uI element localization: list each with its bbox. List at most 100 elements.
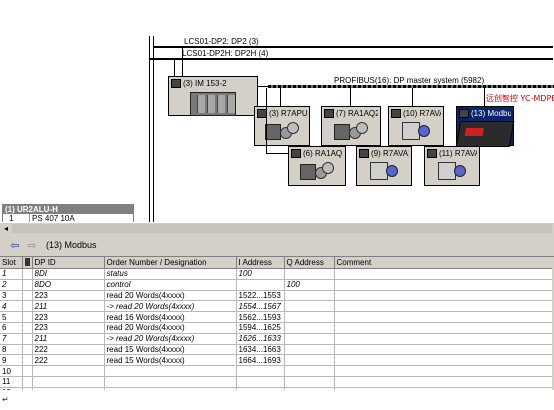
module-ra1aq2[interactable]: (7) RA1AQ2 xyxy=(321,106,381,146)
q-address-cell[interactable] xyxy=(284,376,335,388)
table-row[interactable]: 3 223 read 20 Words(4xxxx) 1522...1553 xyxy=(0,290,554,302)
i-address-cell[interactable]: 100 xyxy=(236,268,285,280)
i-address-cell[interactable] xyxy=(236,279,285,291)
q-address-cell[interactable] xyxy=(284,322,335,334)
table-row[interactable]: 9 222 read 15 Words(4xxxx) 1664...1693 xyxy=(0,354,554,367)
table-row[interactable]: 4 211 -> read 20 Words(4xxxx) 1554...1567 xyxy=(0,300,554,313)
order-cell[interactable]: -> read 20 Words(4xxxx) xyxy=(104,333,237,345)
profibus-line[interactable] xyxy=(268,85,554,88)
module-r7ava-10[interactable]: (10) R7AVA xyxy=(388,106,444,146)
back-arrow-icon[interactable]: ⇦ xyxy=(8,239,22,252)
q-address-cell[interactable]: 100 xyxy=(284,279,335,291)
module-r7ava1[interactable]: (9) R7AVA1 xyxy=(356,146,412,186)
col-header-module-icon[interactable] xyxy=(22,257,33,269)
dp-id-cell[interactable]: 211 xyxy=(32,333,105,345)
dp2h-bus[interactable] xyxy=(149,58,553,60)
table-row[interactable]: 6 223 read 20 Words(4xxxx) 1594...1625 xyxy=(0,322,554,334)
scroll-thumb[interactable] xyxy=(12,224,552,233)
comment-cell[interactable] xyxy=(334,311,554,323)
i-address-cell[interactable]: 1664...1693 xyxy=(236,354,285,367)
comment-cell[interactable] xyxy=(334,376,554,388)
q-address-cell[interactable] xyxy=(284,290,335,302)
i-address-cell[interactable] xyxy=(236,365,285,377)
comment-cell[interactable] xyxy=(334,333,554,345)
dp-id-cell[interactable]: 222 xyxy=(32,344,105,356)
q-address-cell[interactable] xyxy=(284,300,335,313)
module-icon-cell[interactable] xyxy=(22,354,33,367)
slot-cell[interactable]: 8 xyxy=(0,344,23,356)
col-header-q-address[interactable]: Q Address xyxy=(284,257,335,269)
module-icon-cell[interactable] xyxy=(22,365,33,377)
dp-id-cell[interactable]: 222 xyxy=(32,354,105,367)
scroll-left-icon[interactable]: ◂ xyxy=(1,224,11,233)
table-row[interactable]: 7 211 -> read 20 Words(4xxxx) 1626...1633 xyxy=(0,333,554,345)
i-address-cell[interactable]: 1522...1553 xyxy=(236,290,285,302)
module-icon-cell[interactable] xyxy=(22,311,33,323)
q-address-cell[interactable] xyxy=(284,365,335,377)
col-header-dp-id[interactable]: DP ID xyxy=(32,257,105,269)
i-address-cell[interactable]: 1562...1593 xyxy=(236,311,285,323)
slot-cell[interactable]: 12 xyxy=(0,387,23,390)
dp-id-cell[interactable]: 8DO xyxy=(32,279,105,291)
module-ra1aq1[interactable]: (6) RA1AQ1 xyxy=(288,146,346,186)
i-address-cell[interactable] xyxy=(236,376,285,388)
q-address-cell[interactable] xyxy=(284,268,335,280)
q-address-cell[interactable] xyxy=(284,333,335,345)
dp-id-cell[interactable]: 223 xyxy=(32,322,105,334)
comment-cell[interactable] xyxy=(334,300,554,313)
module-r7apu[interactable]: (3) R7APU/ xyxy=(254,106,310,146)
comment-cell[interactable] xyxy=(334,268,554,280)
module-icon-cell[interactable] xyxy=(22,322,33,334)
table-row[interactable]: 1 8DI status 100 xyxy=(0,268,554,280)
rack-window[interactable]: (1) UR2ALU-H 1 PS 407 10A xyxy=(2,204,134,222)
col-header-slot[interactable]: Slot xyxy=(0,257,23,269)
q-address-cell[interactable] xyxy=(284,344,335,356)
slot-cell[interactable]: 4 xyxy=(0,300,23,313)
order-cell[interactable]: -> read 20 Words(4xxxx) xyxy=(104,300,237,313)
dp-id-cell[interactable] xyxy=(32,387,105,390)
table-row[interactable]: 5 223 read 16 Words(4xxxx) 1562...1593 xyxy=(0,311,554,323)
order-cell[interactable] xyxy=(104,387,237,390)
q-address-cell[interactable] xyxy=(284,311,335,323)
order-cell[interactable]: read 15 Words(4xxxx) xyxy=(104,354,237,367)
col-header-order[interactable]: Order Number / Designation xyxy=(104,257,237,269)
slot-table[interactable]: Slot DP ID Order Number / Designation I … xyxy=(0,257,554,390)
i-address-cell[interactable]: 1634...1663 xyxy=(236,344,285,356)
slot-cell[interactable]: 11 xyxy=(0,376,23,388)
station-im153[interactable]: (3) IM 153-2 xyxy=(168,76,258,116)
dp-id-cell[interactable]: 223 xyxy=(32,311,105,323)
order-cell[interactable]: read 20 Words(4xxxx) xyxy=(104,322,237,334)
module-icon-cell[interactable] xyxy=(22,290,33,302)
slot-cell[interactable]: 2 xyxy=(0,279,23,291)
table-row[interactable]: 10 xyxy=(0,365,554,377)
module-icon-cell[interactable] xyxy=(22,376,33,388)
comment-cell[interactable] xyxy=(334,365,554,377)
order-cell[interactable]: status xyxy=(104,268,237,280)
module-icon-cell[interactable] xyxy=(22,333,33,345)
col-header-comment[interactable]: Comment xyxy=(334,257,554,269)
module-modbus-selected[interactable]: (13) Modbu xyxy=(455,106,515,147)
i-address-cell[interactable]: 1554...1567 xyxy=(236,300,285,313)
q-address-cell[interactable] xyxy=(284,387,335,390)
dp-id-cell[interactable]: 211 xyxy=(32,300,105,313)
forward-arrow-icon[interactable]: ⇨ xyxy=(25,239,39,252)
order-cell[interactable]: control xyxy=(104,279,237,291)
module-icon-cell[interactable] xyxy=(22,387,33,390)
module-icon-cell[interactable] xyxy=(22,344,33,356)
comment-cell[interactable] xyxy=(334,322,554,334)
slot-cell[interactable]: 6 xyxy=(0,322,23,334)
dp-id-cell[interactable]: 223 xyxy=(32,290,105,302)
table-row[interactable]: 11 xyxy=(0,376,554,388)
slot-cell[interactable]: 1 xyxy=(0,268,23,280)
slot-cell[interactable]: 9 xyxy=(0,354,23,367)
dp2-bus[interactable] xyxy=(153,46,553,48)
comment-cell[interactable] xyxy=(334,344,554,356)
dp-id-cell[interactable]: 8DI xyxy=(32,268,105,280)
i-address-cell[interactable]: 1594...1625 xyxy=(236,322,285,334)
comment-cell[interactable] xyxy=(334,387,554,390)
rack-row[interactable]: 1 PS 407 10A xyxy=(3,214,133,222)
module-icon-cell[interactable] xyxy=(22,300,33,313)
module-r7ava-11[interactable]: (11) R7AVA xyxy=(424,146,480,186)
i-address-cell[interactable]: 1626...1633 xyxy=(236,333,285,345)
i-address-cell[interactable] xyxy=(236,387,285,390)
